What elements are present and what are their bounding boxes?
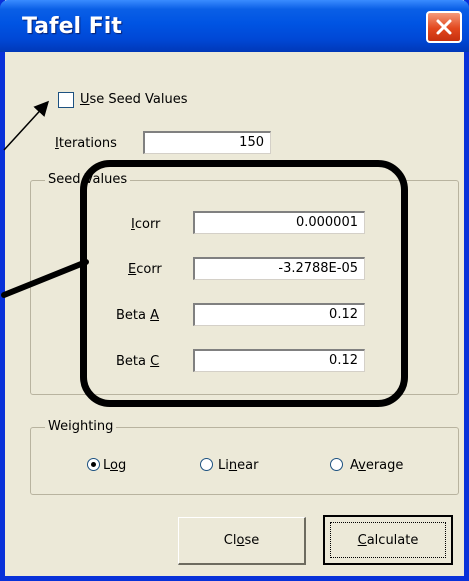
weighting-average-label[interactable]: Average: [350, 458, 403, 473]
calculate-button[interactable]: Calculate: [323, 515, 453, 565]
weighting-log-label[interactable]: Log: [103, 458, 126, 473]
weighting-linear-label[interactable]: Linear: [218, 458, 258, 473]
title-bar[interactable]: Tafel Fit: [0, 0, 469, 52]
use-seed-values-checkbox[interactable]: [58, 92, 74, 108]
weighting-average-radio[interactable]: [330, 458, 343, 471]
window-title: Tafel Fit: [22, 14, 122, 39]
focus-rectangle: [330, 522, 446, 558]
close-button-label: Close: [223, 533, 260, 548]
weighting-group-title: Weighting: [45, 419, 117, 434]
seed-values-callout: [80, 160, 408, 407]
close-window-button[interactable]: [426, 11, 462, 43]
close-button[interactable]: Close: [178, 517, 306, 565]
use-seed-values-label[interactable]: Use Seed Values: [80, 92, 188, 107]
close-icon: [436, 19, 452, 35]
iterations-label: Iterations: [55, 136, 117, 151]
weighting-log-radio[interactable]: [87, 458, 100, 471]
iterations-input[interactable]: 150: [143, 131, 271, 154]
weighting-linear-radio[interactable]: [200, 458, 213, 471]
